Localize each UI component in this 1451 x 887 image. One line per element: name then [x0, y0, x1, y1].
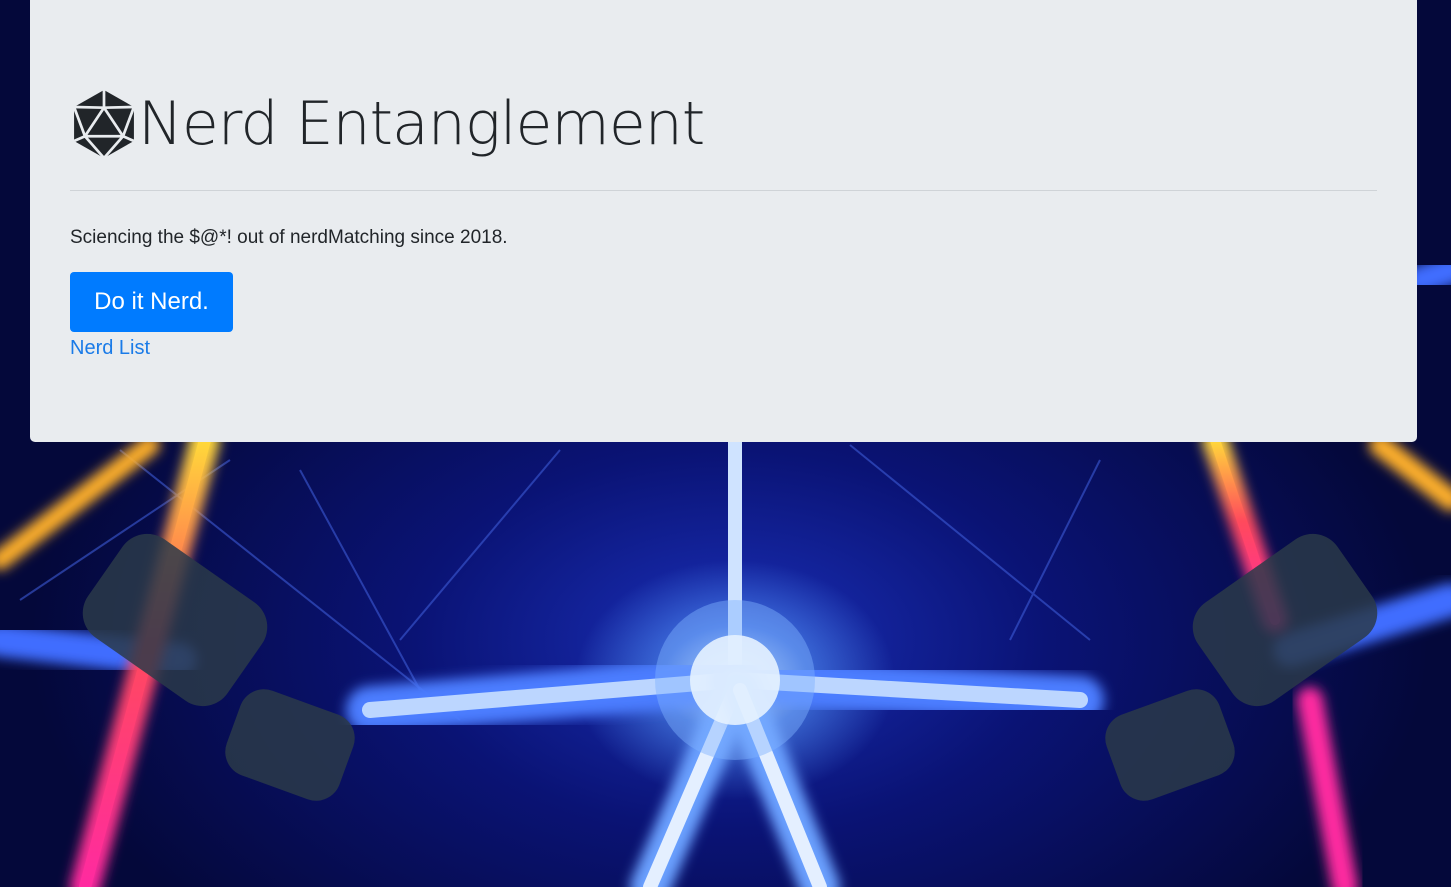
title-row: Nerd Entanglement — [70, 86, 705, 162]
do-it-nerd-button[interactable]: Do it Nerd. — [70, 272, 233, 332]
nerd-list-link[interactable]: Nerd List — [70, 335, 150, 361]
page-title: Nerd Entanglement — [138, 89, 705, 159]
d20-dice-icon — [70, 88, 138, 160]
jumbotron: Nerd Entanglement Sciencing the $@*! out… — [30, 0, 1417, 442]
divider — [70, 190, 1377, 191]
tagline: Sciencing the $@*! out of nerdMatching s… — [70, 227, 508, 248]
